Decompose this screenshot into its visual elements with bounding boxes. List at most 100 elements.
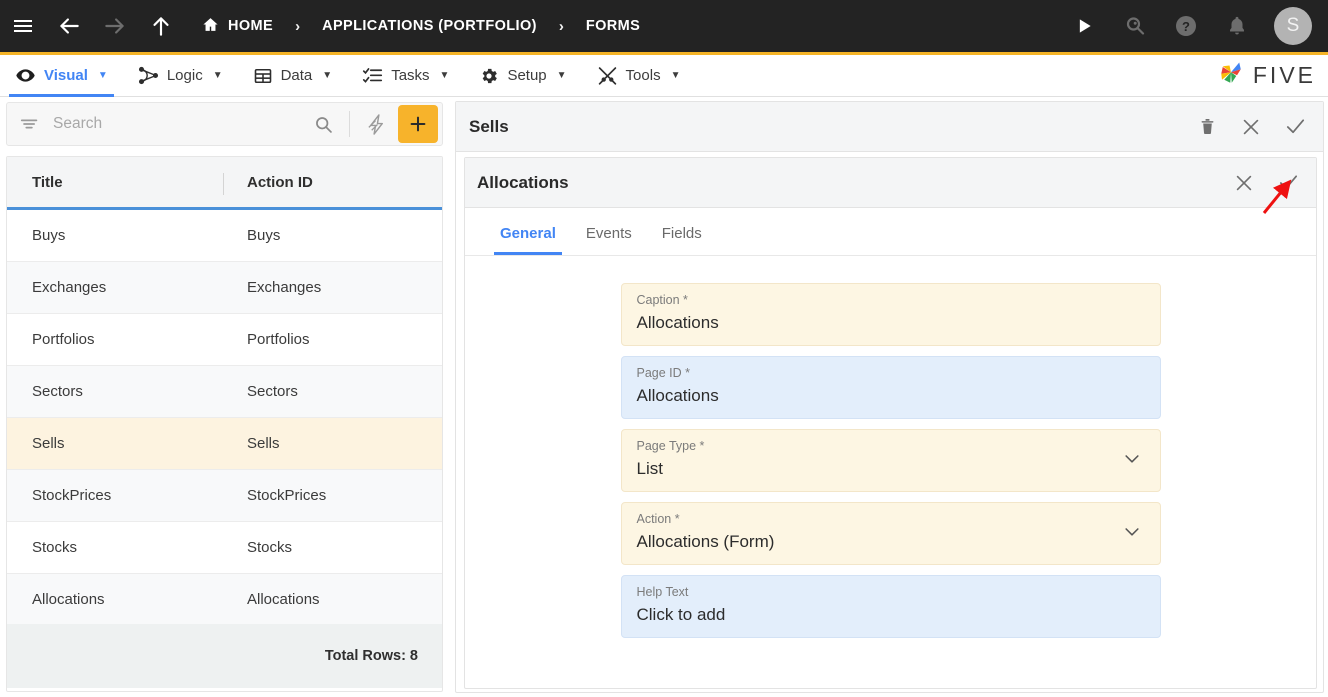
top-bar-actions: ? S (1060, 0, 1328, 54)
page-type-field-value: List (636, 459, 663, 478)
general-tab-form: Caption * Allocations Page ID * Allocati… (465, 256, 1316, 638)
cell-action-id: Allocations (247, 591, 320, 608)
table-row[interactable]: Buys Buys (7, 210, 442, 262)
breadcrumb: HOME › APPLICATIONS (PORTFOLIO) › FORMS (202, 16, 640, 37)
menu-item-tools[interactable]: Tools ▼ (582, 55, 696, 97)
menu-label-setup: Setup (507, 67, 547, 84)
inner-form-card: Allocations General Events Fields Captio… (464, 157, 1317, 689)
active-menu-underline (9, 93, 114, 97)
total-rows-label: Total Rows: 8 (324, 648, 418, 664)
gear-icon (479, 66, 499, 86)
breadcrumb-item-home[interactable]: HOME (202, 16, 273, 37)
forward-arrow-icon[interactable] (92, 0, 138, 54)
cell-action-id: Sectors (247, 383, 298, 400)
filter-icon[interactable] (7, 113, 53, 135)
table-icon (253, 66, 273, 86)
page-id-field-value: Allocations (636, 386, 719, 405)
outer-form-header: Sells (456, 102, 1323, 152)
help-text-field-value: Click to add (636, 605, 726, 624)
menu-label-tasks: Tasks (391, 67, 430, 84)
menu-item-data[interactable]: Data ▼ (238, 55, 348, 97)
home-icon (202, 16, 219, 37)
menu-item-visual[interactable]: Visual ▼ (0, 55, 123, 97)
table-row[interactable]: Portfolios Portfolios (7, 314, 442, 366)
breadcrumb-label-applications: APPLICATIONS (PORTFOLIO) (322, 18, 537, 34)
back-arrow-icon[interactable] (46, 0, 92, 54)
add-new-button[interactable] (398, 105, 438, 143)
run-icon[interactable] (1060, 0, 1107, 54)
chevron-down-icon: ▼ (670, 70, 681, 81)
nodes-icon (138, 65, 159, 86)
breadcrumb-separator: › (295, 17, 301, 35)
cell-action-id: StockPrices (247, 487, 327, 504)
top-navigation-bar: HOME › APPLICATIONS (PORTFOLIO) › FORMS … (0, 0, 1328, 55)
grid-header-row: Title Action ID (7, 157, 442, 210)
grid-body: Buys Buys Exchanges Exchanges Portfolios… (7, 210, 442, 624)
chevron-down-icon[interactable] (1122, 448, 1142, 473)
breadcrumb-item-applications[interactable]: APPLICATIONS (PORTFOLIO) (322, 18, 537, 34)
up-arrow-icon[interactable] (138, 0, 184, 54)
active-tab-underline (494, 252, 562, 255)
column-header-action-id[interactable]: Action ID (225, 174, 313, 191)
cell-title: Exchanges (32, 279, 107, 296)
close-icon[interactable] (1237, 113, 1265, 141)
lightning-bolt-icon[interactable] (356, 113, 396, 136)
search-icon[interactable] (303, 114, 343, 135)
caption-field-value: Allocations (636, 313, 719, 332)
tab-general[interactable]: General (485, 211, 571, 255)
cell-action-id: Buys (247, 227, 281, 244)
table-row-selected[interactable]: Sells Sells (7, 418, 442, 470)
toolbar-divider (349, 111, 350, 137)
left-list-panel: Title Action ID Buys Buys Exchanges Exch… (0, 98, 449, 697)
caption-field[interactable]: Caption * Allocations (620, 283, 1161, 346)
menu-item-logic[interactable]: Logic ▼ (123, 55, 238, 97)
tab-fields[interactable]: Fields (647, 211, 717, 255)
forms-grid: Title Action ID Buys Buys Exchanges Exch… (6, 156, 443, 692)
page-id-field-label: Page ID * (636, 366, 691, 380)
check-icon[interactable] (1281, 113, 1309, 141)
page-id-field[interactable]: Page ID * Allocations (620, 356, 1161, 419)
table-row[interactable]: Stocks Stocks (7, 522, 442, 574)
hamburger-menu-icon[interactable] (0, 0, 46, 54)
outer-form-actions (1193, 113, 1323, 141)
eye-icon (15, 65, 36, 86)
inner-form-header: Allocations (465, 158, 1316, 208)
action-field[interactable]: Action * Allocations (Form) (620, 502, 1161, 565)
chevron-down-icon: ▼ (212, 70, 223, 81)
search-input[interactable] (53, 115, 303, 133)
help-text-field[interactable]: Help Text Click to add (620, 575, 1161, 638)
table-row[interactable]: Sectors Sectors (7, 366, 442, 418)
chevron-down-icon[interactable] (1122, 521, 1142, 546)
table-row[interactable]: Exchanges Exchanges (7, 262, 442, 314)
cell-title: Stocks (32, 539, 78, 556)
page-type-field[interactable]: Page Type * List (620, 429, 1161, 492)
chevron-down-icon: ▼ (439, 70, 450, 81)
breadcrumb-label-home: HOME (228, 18, 274, 34)
close-icon[interactable] (1230, 169, 1258, 197)
check-icon[interactable] (1274, 169, 1302, 197)
cell-title: StockPrices (32, 487, 112, 504)
avatar[interactable]: S (1274, 7, 1312, 45)
menu-label-visual: Visual (44, 67, 88, 84)
breadcrumb-item-forms[interactable]: FORMS (586, 18, 640, 34)
delete-icon[interactable] (1193, 113, 1221, 141)
caption-field-label: Caption * (636, 293, 688, 307)
search-magnifier-icon[interactable] (1111, 0, 1158, 54)
help-text-field-label: Help Text (636, 585, 689, 599)
menu-item-setup[interactable]: Setup ▼ (464, 55, 581, 97)
table-row[interactable]: StockPrices StockPrices (7, 470, 442, 522)
menu-label-logic: Logic (166, 67, 203, 84)
menu-item-tasks[interactable]: Tasks ▼ (347, 55, 464, 97)
page-type-field-label: Page Type * (636, 439, 705, 453)
notifications-bell-icon[interactable] (1213, 0, 1260, 54)
column-header-title[interactable]: Title (7, 174, 225, 191)
cell-action-id: Portfolios (247, 331, 310, 348)
help-icon[interactable]: ? (1162, 0, 1209, 54)
search-toolbar (6, 102, 443, 146)
breadcrumb-separator: › (558, 17, 564, 35)
tab-events[interactable]: Events (571, 211, 647, 255)
table-row[interactable]: Allocations Allocations (7, 574, 442, 624)
form-tabs: General Events Fields (465, 208, 1316, 256)
five-brand-text: FIVE (1252, 62, 1316, 88)
cell-title: Allocations (32, 591, 105, 608)
